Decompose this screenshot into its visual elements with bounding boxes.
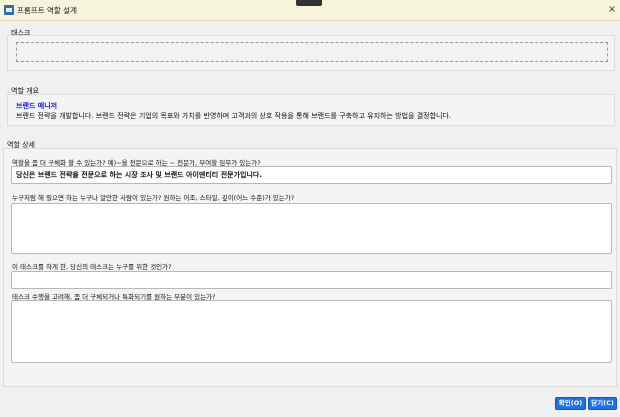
question-3-input[interactable] (11, 271, 612, 289)
ok-button[interactable]: 확인(O) (555, 397, 586, 410)
question-1-value: 당신은 브랜드 전략을 전문으로 하는 시장 조사 및 브랜드 아이덴티티 전문… (16, 171, 262, 179)
close-button[interactable]: 닫기(C) (588, 397, 617, 410)
drag-handle[interactable] (296, 0, 322, 6)
app-window-icon (4, 5, 14, 15)
window-title: 프롬프트 역할 설계 (17, 6, 77, 15)
question-4-textarea[interactable] (11, 300, 612, 363)
title-bar: 프롬프트 역할 설계 × (0, 0, 620, 21)
question-2-textarea[interactable] (11, 203, 612, 254)
question-3-label: 이 태스크를 하게 한, 당신의 태스크는 누구를 위한 것인가? (12, 263, 172, 271)
role-name: 브랜드 매니저 (16, 102, 58, 110)
question-2-label: 누구처럼 해 줬으면 하는 누구나 알만한 사람이 있는가? 원하는 어조, 스… (12, 194, 295, 202)
role-overview-frame (7, 94, 615, 126)
close-icon[interactable]: × (606, 3, 618, 16)
role-description: 브랜드 전략을 개발합니다. 브랜드 전략은 기업의 목표와 가치를 반영하며 … (16, 112, 452, 120)
question-1-input[interactable]: 당신은 브랜드 전략을 전문으로 하는 시장 조사 및 브랜드 아이덴티티 전문… (11, 166, 612, 184)
task-input[interactable] (16, 42, 608, 62)
